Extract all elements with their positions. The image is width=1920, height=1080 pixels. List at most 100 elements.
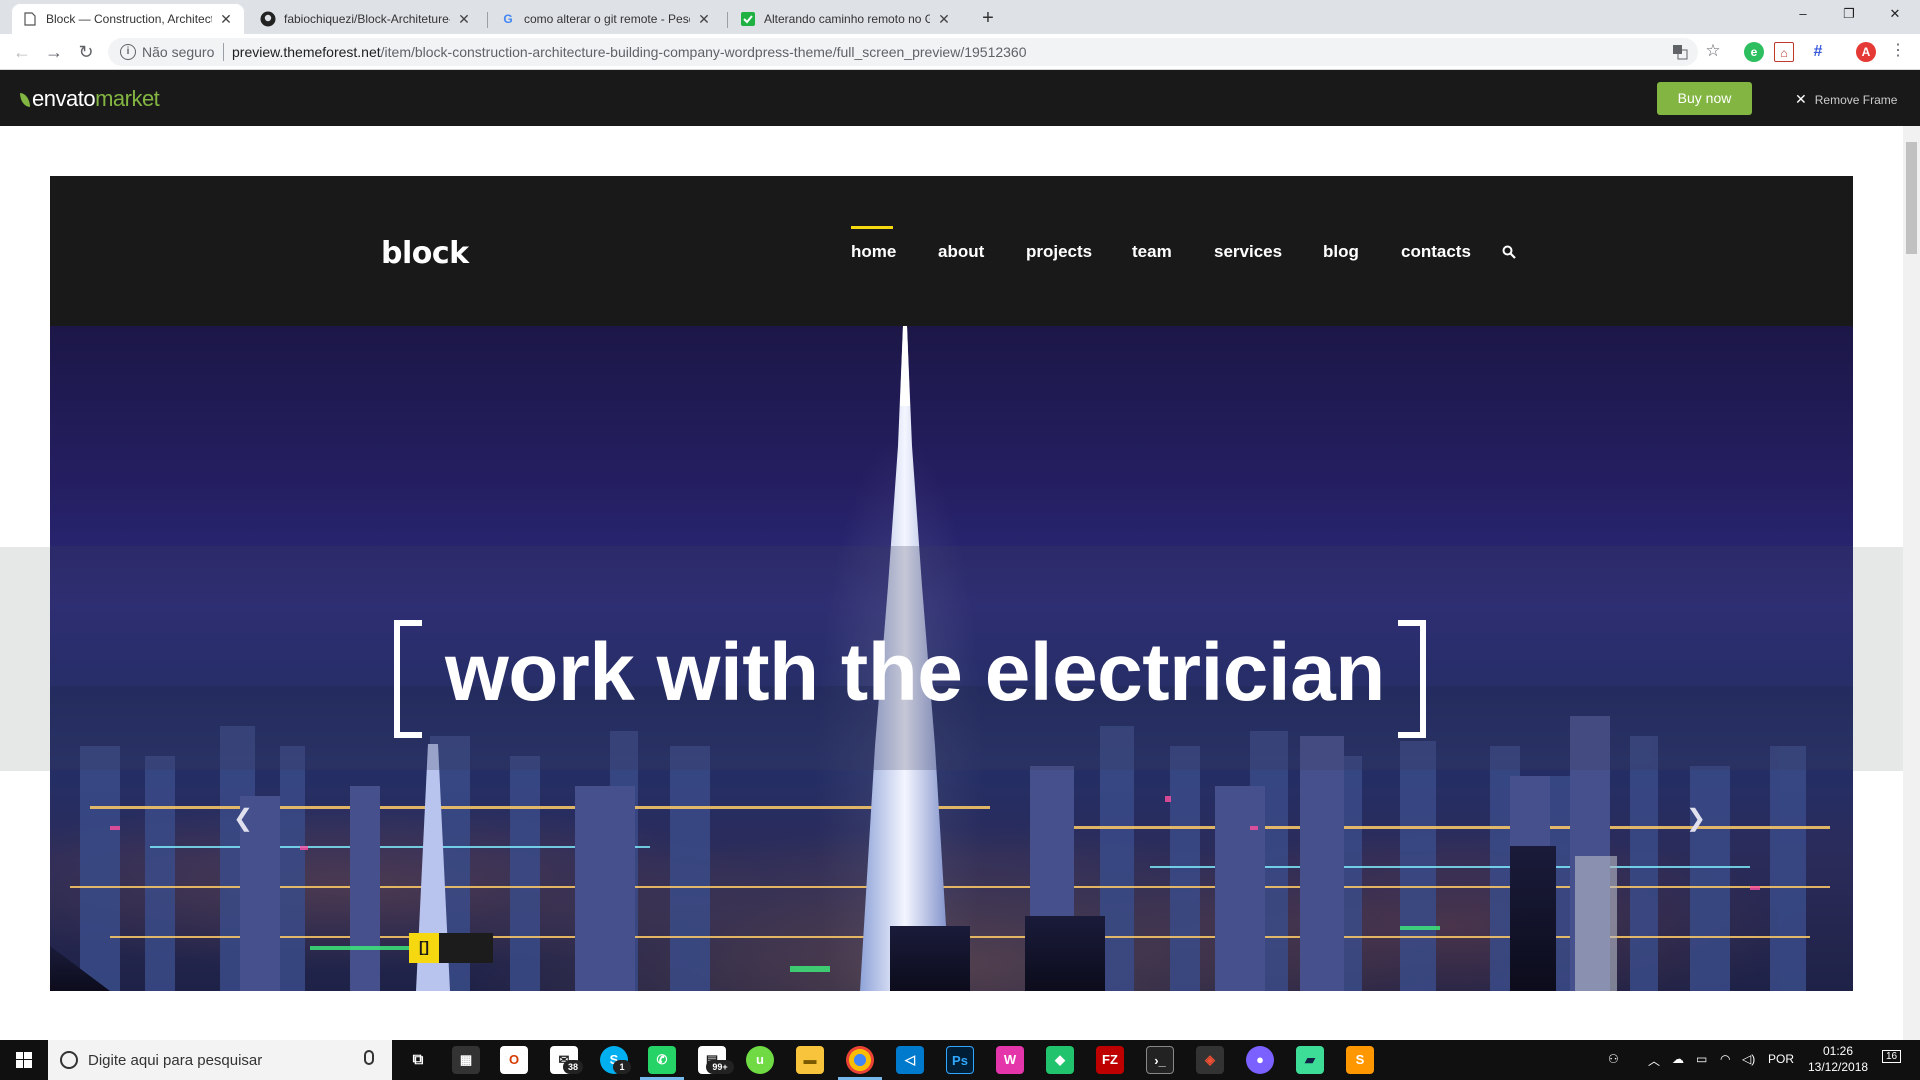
nav-item-contacts[interactable]: contacts <box>1401 242 1471 262</box>
leaf-icon <box>20 93 30 107</box>
site-frame: block home about projects team services … <box>50 176 1853 991</box>
page-scrollbar[interactable] <box>1903 126 1920 1040</box>
terminal-icon[interactable]: ›_ <box>1146 1046 1174 1074</box>
security-label: Não seguro <box>142 44 215 60</box>
file-explorer-icon[interactable]: ▬ <box>796 1046 824 1074</box>
clock-time: 01:26 <box>1822 1044 1854 1058</box>
buy-now-button[interactable]: Buy now <box>1657 82 1752 115</box>
language-indicator[interactable]: POR <box>1768 1052 1794 1066</box>
nav-item-home[interactable]: home <box>851 242 896 262</box>
tab-title: Alterando caminho remoto no G <box>764 12 930 26</box>
info-icon[interactable]: i <box>120 44 136 60</box>
back-arrow-icon[interactable]: ← <box>10 40 34 64</box>
tab-github[interactable]: fabiochiquezi/Block-Architeture- ✕ <box>250 4 482 34</box>
close-tab-icon[interactable]: ✕ <box>936 11 952 28</box>
slide-dot[interactable] <box>439 933 493 963</box>
new-tab-button[interactable]: + <box>976 6 1000 30</box>
pdf-extension-icon[interactable]: ⌂ <box>1774 42 1794 62</box>
windows-start-button[interactable] <box>0 1040 48 1080</box>
cortana-icon <box>60 1051 78 1069</box>
notes-icon[interactable]: ▰ <box>1296 1046 1324 1074</box>
notifications-icon[interactable]: 16 <box>1882 1050 1902 1063</box>
close-window-button[interactable]: ✕ <box>1872 0 1918 30</box>
green-site-icon <box>740 11 756 27</box>
scrollbar-thumb[interactable] <box>1906 142 1917 254</box>
whatsapp-icon[interactable]: ✆ <box>648 1046 676 1074</box>
filezilla-icon[interactable]: FZ <box>1096 1046 1124 1074</box>
forward-arrow-icon[interactable]: → <box>42 40 66 64</box>
omnibox-divider <box>223 43 224 61</box>
search-icon[interactable] <box>1502 245 1516 259</box>
close-tab-icon[interactable]: ✕ <box>218 11 234 28</box>
onedrive-icon[interactable]: ☁ <box>1672 1052 1684 1066</box>
translate-icon[interactable] <box>1670 44 1690 64</box>
browser-toolbar: ← → ↻ i Não seguro preview.themeforest.n… <box>0 34 1920 70</box>
grid-extension-icon[interactable]: # <box>1808 42 1828 62</box>
close-tab-icon[interactable]: ✕ <box>456 11 472 28</box>
left-bracket-decoration <box>394 620 422 738</box>
nav-item-services[interactable]: services <box>1214 242 1282 262</box>
logo-accent: market <box>95 86 160 111</box>
app-green-icon[interactable]: ◆ <box>1046 1046 1074 1074</box>
bookmark-star-icon[interactable]: ☆ <box>1703 42 1723 62</box>
nav-item-team[interactable]: team <box>1132 242 1172 262</box>
taskbar-search[interactable]: Digite aqui para pesquisar <box>48 1040 392 1080</box>
volume-icon[interactable]: ◁) <box>1742 1052 1755 1066</box>
windows-logo-icon <box>16 1052 32 1068</box>
tray-expand-icon[interactable]: ︿ <box>1648 1052 1660 1069</box>
slider-pagination: [] <box>409 933 493 963</box>
address-bar[interactable]: i Não seguro preview.themeforest.net/ite… <box>108 38 1698 66</box>
mail-badge: 38 <box>563 1060 583 1074</box>
task-view-icon[interactable]: ⧉ <box>404 1046 432 1074</box>
evernote-icon[interactable]: e <box>1744 42 1764 62</box>
nav-item-projects[interactable]: projects <box>1026 242 1092 262</box>
site-logo[interactable]: block <box>381 236 469 271</box>
sublime-icon[interactable]: S <box>1346 1046 1374 1074</box>
tab-google[interactable]: G como alterar o git remote - Pesq ✕ <box>490 4 722 34</box>
envato-logo[interactable]: envatomarket <box>20 86 160 112</box>
minimize-button[interactable]: – <box>1780 0 1826 30</box>
tab-separator <box>487 12 488 28</box>
restore-button[interactable]: ❐ <box>1826 0 1872 30</box>
tab-block[interactable]: Block — Construction, Architectu ✕ <box>12 4 244 34</box>
prev-slide-arrow[interactable]: ❮ <box>233 804 253 833</box>
github-icon <box>260 11 276 27</box>
vscode-icon[interactable]: ◁ <box>896 1046 924 1074</box>
url-text[interactable]: preview.themeforest.net/item/block-const… <box>232 44 1027 60</box>
slide-dot-active[interactable]: [] <box>409 933 439 963</box>
windows-taskbar: Digite aqui para pesquisar ⧉ ▦ O ✉ 38 S … <box>0 1040 1920 1080</box>
upwork-icon[interactable]: u <box>746 1046 774 1074</box>
next-slide-arrow[interactable]: ❯ <box>1686 804 1706 833</box>
photoshop-icon[interactable]: Ps <box>946 1046 974 1074</box>
taskbar-clock[interactable]: 01:26 13/12/2018 <box>1808 1043 1868 1075</box>
calculator-icon[interactable]: ▦ <box>452 1046 480 1074</box>
microphone-icon[interactable] <box>364 1050 374 1065</box>
profile-avatar[interactable]: A <box>1856 42 1876 62</box>
url-path: /item/block-construction-architecture-bu… <box>380 44 1027 60</box>
nav-item-about[interactable]: about <box>938 242 984 262</box>
tab-separator <box>727 12 728 28</box>
menu-kebab-icon[interactable]: ⋮ <box>1888 42 1908 62</box>
wifi-icon[interactable]: ◠ <box>1720 1052 1730 1066</box>
tab-title: como alterar o git remote - Pesq <box>524 12 690 26</box>
office-icon[interactable]: O <box>500 1046 528 1074</box>
envato-bar: envatomarket Buy now ✕ Remove Frame <box>0 70 1920 126</box>
nav-item-blog[interactable]: blog <box>1323 242 1359 262</box>
remove-frame-link[interactable]: ✕ Remove Frame <box>1795 91 1897 108</box>
git-icon[interactable]: ◈ <box>1196 1046 1224 1074</box>
preview-page: block home about projects team services … <box>0 126 1920 1040</box>
reload-icon[interactable]: ↻ <box>74 40 98 64</box>
right-bracket-decoration <box>1398 620 1426 738</box>
purple-app-icon[interactable]: ● <box>1246 1046 1274 1074</box>
hero-title: work with the electrician <box>445 627 1385 718</box>
battery-icon[interactable]: ▭ <box>1696 1052 1707 1066</box>
webstorm-icon[interactable]: W <box>996 1046 1024 1074</box>
remove-frame-label: Remove Frame <box>1814 93 1898 107</box>
close-tab-icon[interactable]: ✕ <box>696 11 712 28</box>
chrome-icon[interactable] <box>846 1046 874 1074</box>
tab-title: Block — Construction, Architectu <box>46 12 212 26</box>
tab-alterando[interactable]: Alterando caminho remoto no G ✕ <box>730 4 962 34</box>
site-header: block home about projects team services … <box>50 176 1853 326</box>
people-icon[interactable]: ⚇ <box>1608 1052 1619 1066</box>
browser-tab-strip: Block — Construction, Architectu ✕ fabio… <box>0 0 1920 34</box>
